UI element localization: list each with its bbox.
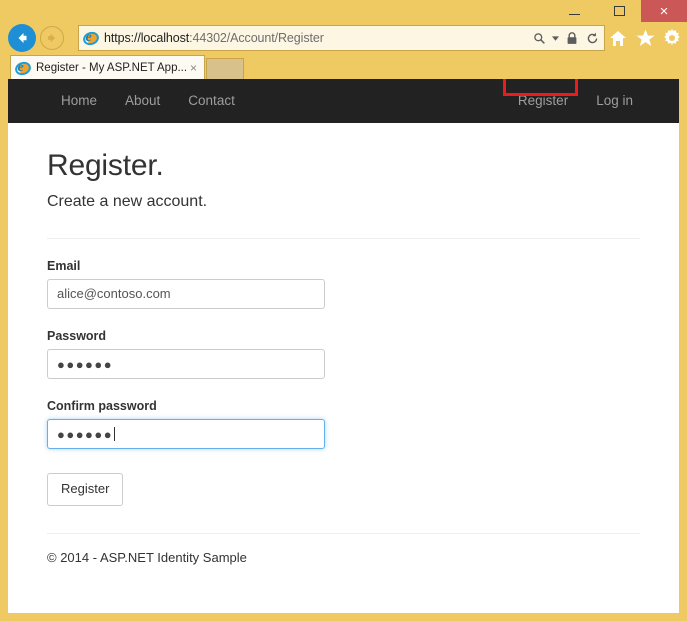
refresh-icon[interactable]: [584, 28, 600, 48]
url-port: :44302: [189, 31, 227, 45]
register-form: Email alice@contoso.com Password ●●●●●● …: [47, 259, 640, 506]
text-caret: [114, 427, 116, 441]
search-icon[interactable]: [531, 28, 547, 48]
navbar-left-links: Home About Contact: [47, 79, 249, 123]
confirm-password-label: Confirm password: [47, 399, 157, 413]
page-viewport: Home About Contact Register Log in Regis…: [8, 79, 679, 613]
browser-tab[interactable]: e Register - My ASP.NET App... ×: [10, 55, 205, 79]
address-bar[interactable]: e https://localhost:44302/Account/Regist…: [78, 25, 605, 51]
home-icon[interactable]: [607, 27, 629, 49]
close-icon: ×: [659, 2, 669, 20]
confirm-password-input[interactable]: ●●●●●●: [47, 419, 325, 449]
email-label: Email: [47, 259, 81, 273]
footer-divider: [47, 532, 640, 534]
email-input-value: alice@contoso.com: [57, 286, 171, 301]
browser-navigation-bar: e https://localhost:44302/Account/Regist…: [0, 22, 687, 54]
password-input-value: ●●●●●●: [57, 356, 114, 372]
email-input[interactable]: alice@contoso.com: [47, 279, 325, 309]
confirm-password-form-group: Confirm password ●●●●●●: [47, 399, 640, 449]
lock-icon: [564, 28, 580, 48]
confirm-password-input-value: ●●●●●●: [57, 426, 116, 442]
page-content: Register. Create a new account. Email al…: [8, 149, 679, 565]
chevron-down-icon[interactable]: [551, 28, 560, 48]
navbar-right-links: Register Log in: [502, 79, 647, 123]
browser-toolbar-icons: [607, 25, 683, 51]
new-tab-button[interactable]: [206, 58, 244, 79]
url-path-highlighted: /Account/Register: [226, 31, 324, 45]
browser-window: × e https://localhost:44302/Account/Regi…: [0, 0, 687, 621]
nav-link-register[interactable]: Register: [504, 79, 582, 123]
nav-link-home[interactable]: Home: [47, 79, 111, 123]
tab-strip: e Register - My ASP.NET App... ×: [0, 54, 687, 79]
close-window-button[interactable]: ×: [641, 0, 687, 22]
footer-text: © 2014 - ASP.NET Identity Sample: [47, 549, 247, 565]
maximize-icon: [614, 6, 625, 16]
back-arrow-icon: [18, 33, 27, 43]
minimize-icon: [569, 14, 580, 15]
maximize-button[interactable]: [597, 0, 642, 22]
page-title: Register.: [47, 149, 164, 182]
email-form-group: Email alice@contoso.com: [47, 259, 640, 309]
nav-link-login[interactable]: Log in: [582, 79, 647, 123]
favorites-star-icon[interactable]: [634, 27, 656, 49]
tab-title: Register - My ASP.NET App...: [36, 61, 187, 74]
url-scheme: https://: [104, 31, 141, 45]
page-subtitle: Create a new account.: [47, 193, 208, 210]
nav-register-wrapper: Register: [502, 79, 582, 123]
forward-arrow-icon: [48, 33, 56, 43]
url-text: https://localhost:44302/Account/Register: [104, 31, 527, 45]
register-submit-button[interactable]: Register: [47, 473, 124, 506]
password-form-group: Password ●●●●●●: [47, 329, 640, 379]
back-button[interactable]: [8, 24, 36, 52]
internet-explorer-icon: e: [81, 29, 101, 47]
settings-gear-icon[interactable]: [661, 27, 683, 49]
tab-close-icon[interactable]: ×: [187, 61, 200, 75]
nav-link-contact[interactable]: Contact: [174, 79, 249, 123]
nav-link-about[interactable]: About: [111, 79, 174, 123]
password-input[interactable]: ●●●●●●: [47, 349, 325, 379]
url-host: localhost: [140, 31, 190, 45]
minimize-button[interactable]: [552, 0, 597, 22]
internet-explorer-icon: e: [13, 59, 33, 78]
forward-button[interactable]: [40, 26, 64, 50]
content-divider: [47, 238, 640, 239]
password-label: Password: [47, 329, 107, 343]
title-bar: ×: [0, 0, 687, 22]
site-navbar: Home About Contact Register Log in: [8, 79, 679, 123]
